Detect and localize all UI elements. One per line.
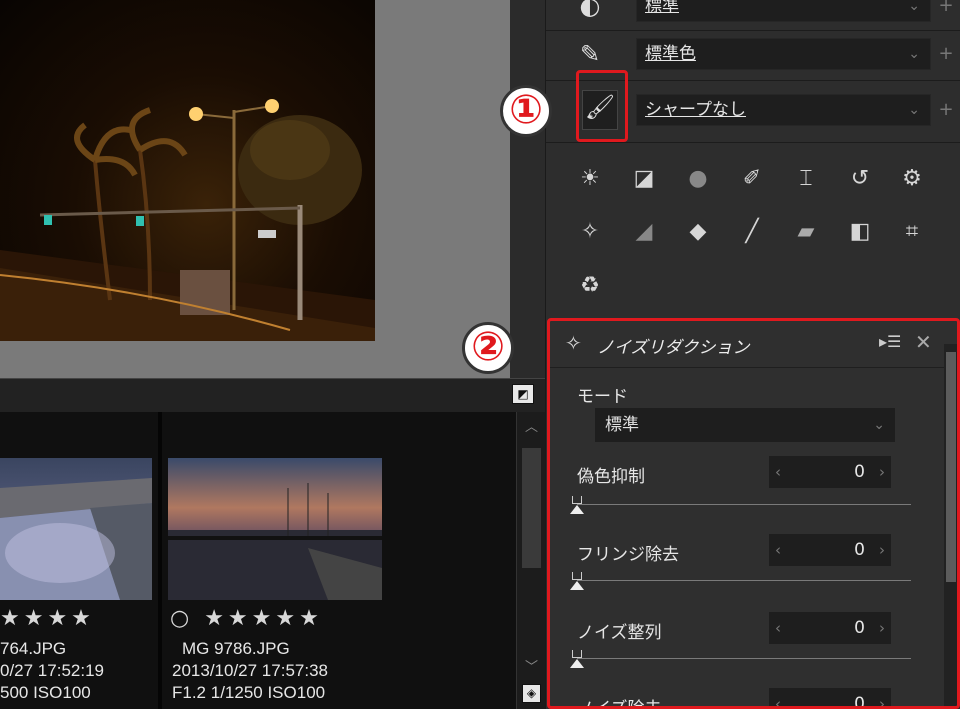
thumbnail-exposure: 500 ISO100 [0,683,91,702]
picture-control-select[interactable]: 標準 ⌄ [636,0,931,22]
chevron-down-icon: ⌄ [908,102,920,118]
eyedropper-icon[interactable]: ✎ [574,38,606,70]
brightness-icon[interactable]: ☀ [574,163,606,195]
paintbrush-icon[interactable]: ╱ [736,216,768,248]
highlight-box-2 [547,318,960,709]
recycle-icon[interactable]: ♻ [574,270,606,302]
retouch-brush-icon[interactable]: ✐ [736,163,768,195]
distortion-icon[interactable]: ⌶ [790,163,822,195]
overlay-icon[interactable]: ◧ [844,216,876,248]
chevron-down-icon: ⌄ [908,0,920,14]
chevron-down-icon: ⌄ [908,46,920,62]
settings-cogs-icon[interactable]: ⚙ [896,163,928,195]
filmstrip: ★★★★ 764.JPG 0/27 17:52:19 500 ISO100 ○ … [0,412,516,709]
thumbnail-filename: 764.JPG [0,639,67,658]
thumbnail-datetime: 0/27 17:52:19 [0,661,104,680]
thumbnail-exposure: F1.2 1/1250 ISO100 [172,683,326,702]
curves-icon[interactable]: ◪ [628,163,660,195]
panel-toggle-button[interactable]: ◩ [512,384,534,404]
scrollbar-thumb[interactable] [522,448,541,568]
color-select[interactable]: 標準色 ⌄ [636,38,931,70]
gradient-icon[interactable]: ◢ [628,216,660,248]
add-button[interactable]: + [936,0,956,22]
annotation-marker-2: ② [462,322,514,374]
noise-reduction-icon[interactable]: ✧ [574,216,606,248]
bandage-icon[interactable]: ▰ [790,216,822,248]
rotate-icon[interactable]: ↺ [844,163,876,195]
contrast-icon[interactable]: ◐ [574,0,606,22]
color-balance-icon[interactable]: ● [682,163,714,195]
photo-preview [0,0,375,341]
thumbnail-image[interactable] [168,458,382,600]
thumbnail-datetime: 2013/10/27 17:57:38 [172,661,328,680]
image-viewer [0,0,510,378]
annotation-marker-1: ① [500,85,552,137]
picture-control-row: ◐ 標準 ⌄ + [546,0,960,28]
filmstrip-scrollbar[interactable]: ︿ ﹀ ◈ [516,412,545,709]
scroll-down-icon[interactable]: ﹀ [517,656,546,675]
thumbnail-filename: MG 9786.JPG [182,639,290,658]
filmstrip-options-button[interactable]: ◈ [522,684,541,703]
viewer-divider [0,378,545,412]
star-rating[interactable]: ★★★★ [0,606,95,631]
crop-icon[interactable]: ⌗ [896,216,928,248]
thumbnail-image[interactable] [0,458,152,600]
sharpen-select[interactable]: シャープなし ⌄ [636,94,931,126]
add-button[interactable]: + [936,94,956,126]
add-button[interactable]: + [936,38,956,70]
fisheye-icon[interactable]: ◆ [682,216,714,248]
star-rating[interactable]: ○ ★★★★★ [170,606,323,631]
highlight-box-1 [576,70,628,142]
scroll-up-icon[interactable]: ︿ [517,416,546,435]
thumbnail-cell[interactable]: ★★★★ 764.JPG 0/27 17:52:19 500 ISO100 [0,412,158,709]
thumbnail-cell[interactable]: ○ ★★★★★ MG 9786.JPG 2013/10/27 17:57:38 … [162,412,516,709]
